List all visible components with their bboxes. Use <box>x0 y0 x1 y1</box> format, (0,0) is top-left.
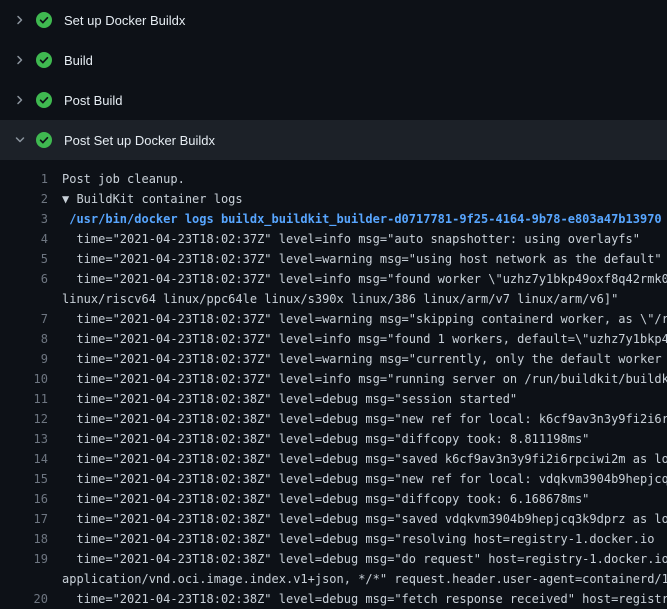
log-line: 15 time="2021-04-23T18:02:38Z" level=deb… <box>0 469 667 489</box>
log-text: time="2021-04-23T18:02:38Z" level=debug … <box>62 409 667 429</box>
log-text: Post job cleanup. <box>62 169 185 189</box>
log-line: 9 time="2021-04-23T18:02:37Z" level=warn… <box>0 349 667 369</box>
step-header-post-set-up-docker-buildx[interactable]: Post Set up Docker Buildx <box>0 120 667 160</box>
log-line: 18 time="2021-04-23T18:02:38Z" level=deb… <box>0 529 667 549</box>
log-line: 12 time="2021-04-23T18:02:38Z" level=deb… <box>0 409 667 429</box>
log-line: 2 ▼ BuildKit container logs <box>0 189 667 209</box>
check-circle-icon <box>36 52 52 68</box>
check-circle-icon <box>36 132 52 148</box>
log-text: time="2021-04-23T18:02:37Z" level=warnin… <box>62 249 662 269</box>
log-text: linux/riscv64 linux/ppc64le linux/s390x … <box>62 289 618 309</box>
line-number[interactable]: 14 <box>0 449 48 469</box>
log-line: 19 time="2021-04-23T18:02:38Z" level=deb… <box>0 549 667 569</box>
log-text: time="2021-04-23T18:02:38Z" level=debug … <box>62 469 667 489</box>
line-number[interactable]: 2 <box>0 189 48 209</box>
line-number[interactable]: 16 <box>0 489 48 509</box>
line-number[interactable]: 15 <box>0 469 48 489</box>
log-text: time="2021-04-23T18:02:37Z" level=info m… <box>62 369 667 389</box>
log-line: 8 time="2021-04-23T18:02:37Z" level=info… <box>0 329 667 349</box>
chevron-right-icon <box>12 92 28 108</box>
step-label: Build <box>64 53 93 68</box>
log-group-toggle[interactable]: ▼ BuildKit container logs <box>62 189 243 209</box>
line-number[interactable]: 5 <box>0 249 48 269</box>
line-number[interactable]: 3 <box>0 209 48 229</box>
step-header-post-build[interactable]: Post Build <box>0 80 667 120</box>
log-text: time="2021-04-23T18:02:37Z" level=warnin… <box>62 309 667 329</box>
log-line: 20 time="2021-04-23T18:02:38Z" level=deb… <box>0 589 667 609</box>
chevron-right-icon <box>12 52 28 68</box>
log-line: 17 time="2021-04-23T18:02:38Z" level=deb… <box>0 509 667 529</box>
log-line: application/vnd.oci.image.index.v1+json,… <box>0 569 667 589</box>
log-text: time="2021-04-23T18:02:38Z" level=debug … <box>62 549 667 569</box>
log-text: time="2021-04-23T18:02:38Z" level=debug … <box>62 529 654 549</box>
check-circle-icon <box>36 12 52 28</box>
log-line: 7 time="2021-04-23T18:02:37Z" level=warn… <box>0 309 667 329</box>
log-text: time="2021-04-23T18:02:38Z" level=debug … <box>62 589 667 609</box>
job-steps-list: Set up Docker Buildx Build Post Build Post … <box>0 0 667 160</box>
log-line: 6 time="2021-04-23T18:02:37Z" level=info… <box>0 269 667 289</box>
line-number[interactable]: 12 <box>0 409 48 429</box>
log-line: 5 time="2021-04-23T18:02:37Z" level=warn… <box>0 249 667 269</box>
line-number[interactable]: 7 <box>0 309 48 329</box>
log-text: time="2021-04-23T18:02:38Z" level=debug … <box>62 489 589 509</box>
step-header-set-up-docker-buildx[interactable]: Set up Docker Buildx <box>0 0 667 40</box>
line-number[interactable]: 18 <box>0 529 48 549</box>
step-label: Post Set up Docker Buildx <box>64 133 215 148</box>
step-label: Post Build <box>64 93 123 108</box>
line-number[interactable]: 17 <box>0 509 48 529</box>
log-line: 1 Post job cleanup. <box>0 169 667 189</box>
log-line: linux/riscv64 linux/ppc64le linux/s390x … <box>0 289 667 309</box>
log-command-text: /usr/bin/docker logs buildx_buildkit_bui… <box>62 209 662 229</box>
log-line: 4 time="2021-04-23T18:02:37Z" level=info… <box>0 229 667 249</box>
line-number[interactable]: 6 <box>0 269 48 289</box>
step-label: Set up Docker Buildx <box>64 13 185 28</box>
chevron-right-icon <box>12 12 28 28</box>
log-text: time="2021-04-23T18:02:38Z" level=debug … <box>62 389 517 409</box>
line-number[interactable]: 20 <box>0 589 48 609</box>
line-number[interactable]: 1 <box>0 169 48 189</box>
log-text: time="2021-04-23T18:02:37Z" level=warnin… <box>62 349 667 369</box>
log-line: 13 time="2021-04-23T18:02:38Z" level=deb… <box>0 429 667 449</box>
log-text: time="2021-04-23T18:02:37Z" level=info m… <box>62 329 667 349</box>
line-number[interactable]: 8 <box>0 329 48 349</box>
line-number <box>0 569 48 589</box>
line-number[interactable]: 11 <box>0 389 48 409</box>
check-circle-icon <box>36 92 52 108</box>
log-line: 14 time="2021-04-23T18:02:38Z" level=deb… <box>0 449 667 469</box>
line-number[interactable]: 10 <box>0 369 48 389</box>
log-line: 10 time="2021-04-23T18:02:37Z" level=inf… <box>0 369 667 389</box>
log-line: 11 time="2021-04-23T18:02:38Z" level=deb… <box>0 389 667 409</box>
log-line: 3 /usr/bin/docker logs buildx_buildkit_b… <box>0 209 667 229</box>
log-text: time="2021-04-23T18:02:37Z" level=info m… <box>62 229 640 249</box>
line-number[interactable]: 13 <box>0 429 48 449</box>
log-text: time="2021-04-23T18:02:38Z" level=debug … <box>62 449 667 469</box>
line-number[interactable]: 9 <box>0 349 48 369</box>
step-header-build[interactable]: Build <box>0 40 667 80</box>
chevron-down-icon <box>12 132 28 148</box>
log-text: time="2021-04-23T18:02:38Z" level=debug … <box>62 509 667 529</box>
log-text: time="2021-04-23T18:02:37Z" level=info m… <box>62 269 667 289</box>
line-number[interactable]: 4 <box>0 229 48 249</box>
log-text: time="2021-04-23T18:02:38Z" level=debug … <box>62 429 589 449</box>
log-line: 16 time="2021-04-23T18:02:38Z" level=deb… <box>0 489 667 509</box>
line-number <box>0 289 48 309</box>
line-number[interactable]: 19 <box>0 549 48 569</box>
log-text: application/vnd.oci.image.index.v1+json,… <box>62 569 667 589</box>
log-viewer: 1 Post job cleanup. 2 ▼ BuildKit container … <box>0 160 667 609</box>
